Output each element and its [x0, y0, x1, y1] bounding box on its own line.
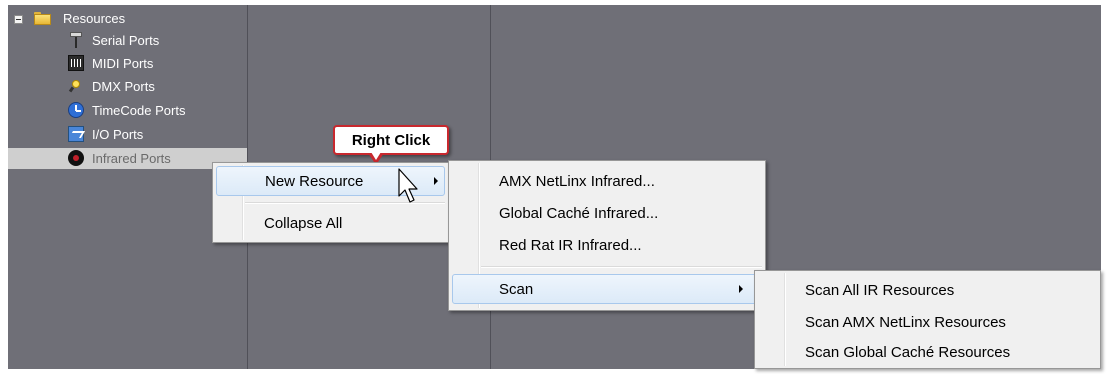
- submenu-arrow-icon: [739, 285, 743, 293]
- callout-pointer-fill: [371, 152, 381, 160]
- menu-item-global-cache-infrared[interactable]: Global Caché Infrared...: [452, 198, 762, 228]
- menu-item-red-rat-ir-infrared[interactable]: Red Rat IR Infrared...: [452, 230, 762, 260]
- serial-port-icon: [68, 32, 84, 48]
- menu-item-label: Scan AMX NetLinx Resources: [805, 313, 1006, 331]
- tree-item-dmx-ports[interactable]: DMX Ports: [68, 75, 155, 97]
- callout-text: Right Click: [351, 131, 431, 149]
- tree-root-resources[interactable]: Resources: [8, 7, 125, 29]
- menu-item-label: New Resource: [265, 172, 364, 190]
- menu-item-scan-global-cache[interactable]: Scan Global Caché Resources: [758, 337, 1097, 367]
- menu-item-label: Scan All IR Resources: [805, 281, 955, 299]
- infrared-port-icon: [68, 150, 84, 166]
- tree-item-infrared-ports[interactable]: Infrared Ports: [68, 147, 171, 169]
- tree-item-serial-ports[interactable]: Serial Ports: [68, 29, 159, 51]
- mouse-pointer-icon: [398, 168, 418, 203]
- tree-item-label: DMX Ports: [92, 78, 155, 94]
- menu-item-label: AMX NetLinx Infrared...: [499, 172, 655, 190]
- menu-item-collapse-all[interactable]: Collapse All: [216, 208, 445, 238]
- menu-item-label: Scan Global Caché Resources: [805, 343, 1011, 361]
- tree-item-label: I/O Ports: [92, 126, 144, 142]
- dmx-port-icon: [68, 78, 84, 94]
- menu-separator: [481, 266, 762, 268]
- tree-item-label: MIDI Ports: [92, 55, 154, 71]
- collapse-toggle-icon[interactable]: [14, 15, 23, 24]
- timecode-port-icon: [68, 102, 84, 118]
- tree-item-timecode-ports[interactable]: TimeCode Ports: [68, 99, 185, 121]
- menu-item-amx-netlinx-infrared[interactable]: AMX NetLinx Infrared...: [452, 166, 762, 196]
- io-port-icon: [68, 126, 84, 142]
- right-click-callout: Right Click: [333, 125, 449, 155]
- menu-item-label: Red Rat IR Infrared...: [499, 236, 642, 254]
- folder-icon: [34, 11, 51, 25]
- menu-item-label: Global Caché Infrared...: [499, 204, 659, 222]
- menu-item-label: Collapse All: [264, 214, 343, 232]
- midi-port-icon: [68, 55, 84, 71]
- tree-item-io-ports[interactable]: I/O Ports: [68, 123, 143, 145]
- menu-item-label: Scan: [499, 280, 534, 298]
- tree-root-label: Resources: [63, 10, 126, 26]
- menu-item-scan-all-ir[interactable]: Scan All IR Resources: [758, 275, 1097, 305]
- menu-item-scan-amx-netlinx[interactable]: Scan AMX NetLinx Resources: [758, 307, 1097, 337]
- tree-item-midi-ports[interactable]: MIDI Ports: [68, 52, 153, 74]
- new-resource-submenu: AMX NetLinx Infrared... Global Caché Inf…: [448, 160, 766, 311]
- tree-item-label: TimeCode Ports: [92, 102, 186, 118]
- tree-item-label: Serial Ports: [92, 32, 160, 48]
- tree-item-label: Infrared Ports: [92, 150, 171, 166]
- menu-item-scan[interactable]: Scan: [452, 274, 762, 304]
- scan-submenu: Scan All IR Resources Scan AMX NetLinx R…: [754, 270, 1101, 369]
- submenu-arrow-icon: [434, 177, 438, 185]
